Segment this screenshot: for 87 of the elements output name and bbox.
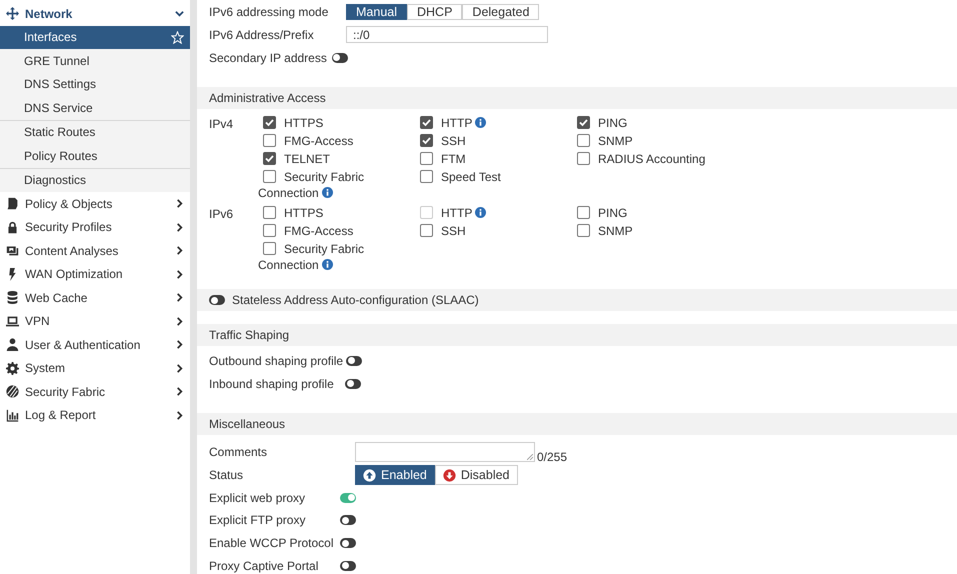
sidebar-item[interactable]: DNS Service (0, 96, 190, 120)
sidebar-item[interactable]: Network (0, 2, 190, 26)
toggle-switch[interactable] (346, 356, 362, 366)
resize-grip-icon (527, 454, 533, 460)
field-label: Inbound shaping profile (209, 376, 335, 390)
sidebar-item[interactable]: Policy Routes (0, 144, 190, 168)
mode-option[interactable]: Manual (346, 4, 407, 20)
sidebar-item[interactable]: Log & Report (0, 404, 190, 427)
checkbox-option[interactable]: HTTPS (258, 115, 370, 131)
field-label: Comments (209, 445, 268, 460)
section-title: Administrative Access (209, 91, 326, 105)
checkbox-option[interactable]: RADIUS Accounting (572, 151, 732, 167)
checkbox-option[interactable]: Speed Test (415, 169, 527, 201)
laptop-icon (6, 314, 19, 328)
field-label: Proxy Captive Portal (209, 558, 320, 573)
sidebar-item[interactable]: DNS Settings (0, 72, 190, 96)
sidebar-item[interactable]: Static Routes (0, 120, 190, 144)
checkbox-option[interactable]: FMG-Access (258, 133, 370, 149)
sidebar-item[interactable]: Interfaces (0, 26, 190, 49)
checkbox-option[interactable]: FTM (415, 151, 527, 167)
checkbox-option[interactable]: HTTP (415, 115, 527, 131)
checkmark-icon (264, 153, 275, 164)
character-counter: 0/255 (537, 450, 568, 464)
sidebar-item[interactable]: Security Profiles (0, 216, 190, 239)
sidebar-item[interactable]: WAN Optimization (0, 262, 190, 286)
status-option[interactable]: Disabled (434, 465, 518, 486)
row-label: IPv4 (209, 116, 234, 133)
mode-option[interactable]: DHCP (407, 4, 462, 20)
section-title: Miscellaneous (209, 417, 286, 431)
field-label: Outbound shaping profile (209, 354, 344, 368)
document-icon (6, 197, 19, 210)
field-label: IPv6 Address/Prefix (209, 28, 315, 42)
checkbox-option[interactable]: SSH (415, 223, 527, 239)
field-label: Explicit web proxy (209, 490, 306, 505)
checkbox-option[interactable]: HTTPS (258, 205, 370, 221)
checkbox-option[interactable]: PING (572, 205, 732, 221)
toggle-switch[interactable] (340, 560, 356, 571)
toggle-switch[interactable] (340, 515, 356, 526)
row-label: IPv6 (209, 206, 234, 223)
sidebar-item[interactable]: VPN (0, 310, 190, 333)
input-field[interactable]: ::/0 (346, 26, 548, 43)
user-icon (6, 338, 19, 352)
checkbox-option[interactable]: SSH (415, 133, 527, 149)
checkmark-icon (421, 135, 432, 146)
checkmark-icon (578, 117, 589, 128)
sidebar-item[interactable]: Security Fabric (0, 380, 190, 404)
toggle-switch[interactable] (332, 52, 348, 62)
checkbox-option[interactable]: Security Fabric Connection (258, 241, 370, 273)
sidebar-item[interactable]: Web Cache (0, 286, 190, 310)
comments-field[interactable] (355, 442, 535, 462)
sidebar-item[interactable]: Diagnostics (0, 168, 190, 192)
database-icon (6, 291, 19, 304)
status-option[interactable]: Enabled (355, 465, 435, 486)
striped-circle-icon (6, 385, 19, 398)
toggle-switch[interactable] (345, 378, 361, 388)
checkbox-option[interactable]: SNMP (572, 223, 732, 239)
bar-chart-icon (6, 408, 19, 422)
checkbox-option[interactable]: PING (572, 115, 732, 131)
sidebar-item[interactable]: User & Authentication (0, 333, 190, 356)
toggle-switch[interactable] (340, 538, 356, 548)
padlock-icon (6, 220, 19, 234)
sidebar-item[interactable]: Content Analyses (0, 239, 190, 262)
toggle-label: Stateless Address Auto-configuration (SLAAC) (232, 293, 479, 307)
sidebar-item[interactable]: Policy & Objects (0, 192, 190, 216)
field-label: Secondary IP address (209, 50, 327, 64)
move-arrows-icon (6, 7, 19, 20)
field-label: IPv6 addressing mode (209, 4, 330, 18)
checkmark-icon (421, 117, 432, 128)
checkbox-option[interactable]: TELNET (258, 151, 370, 167)
sidebar-item[interactable]: GRE Tunnel (0, 49, 190, 72)
field-label: Enable WCCP Protocol (209, 536, 334, 550)
up-arrow-circle-icon (363, 468, 376, 482)
star-icon[interactable] (171, 30, 184, 44)
toggle-switch[interactable] (340, 492, 356, 503)
checkbox-option[interactable]: FMG-Access (258, 223, 370, 239)
checkmark-icon (264, 117, 275, 128)
checkbox-option[interactable]: Security Fabric Connection (258, 169, 370, 201)
sidebar-item[interactable]: System (0, 356, 190, 380)
field-label: Status (209, 468, 244, 482)
down-arrow-circle-icon (442, 468, 456, 482)
toggle-switch[interactable] (209, 295, 225, 305)
field-label: Explicit FTP proxy (209, 513, 306, 528)
gear-icon (6, 362, 19, 375)
mode-option[interactable]: Delegated (462, 4, 540, 20)
section-title: Traffic Shaping (209, 328, 290, 342)
photos-icon (6, 244, 19, 258)
checkbox-option[interactable]: SNMP (572, 133, 732, 149)
